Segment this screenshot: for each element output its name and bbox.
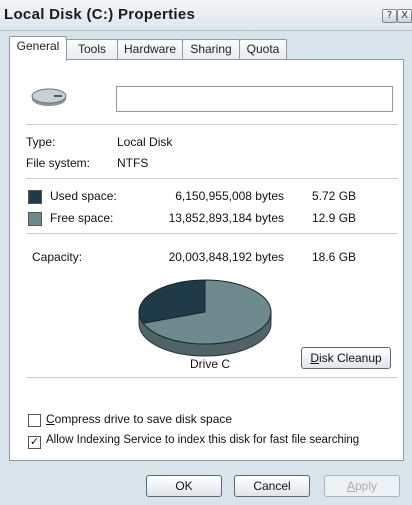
drive-name-input[interactable]: [116, 86, 393, 112]
tab-general[interactable]: General: [9, 36, 67, 61]
general-panel: Type: Local Disk File system: NTFS Used …: [9, 59, 404, 461]
capacity-bytes: 20,003,848,192 bytes: [168, 250, 284, 264]
compress-label: Compress drive to save disk space: [46, 412, 233, 426]
indexing-label: Allow Indexing Service to index this dis…: [46, 434, 360, 446]
capacity-size: 18.6 GB: [312, 250, 357, 264]
apply-button[interactable]: Apply: [324, 475, 400, 497]
type-value: Local Disk: [117, 135, 173, 149]
free-space-label: Free space:: [50, 211, 114, 225]
cancel-button[interactable]: Cancel: [234, 475, 310, 497]
free-space-bytes: 13,852,893,184 bytes: [168, 211, 284, 225]
used-space-label: Used space:: [50, 189, 117, 203]
free-space-swatch: [28, 212, 42, 226]
ok-button[interactable]: OK: [146, 475, 222, 497]
window-title: Local Disk (C:) Properties: [4, 6, 196, 23]
divider: [26, 233, 398, 234]
used-space-bytes: 6,150,955,008 bytes: [175, 189, 284, 203]
filesystem-value: NTFS: [117, 156, 149, 170]
disk-cleanup-button[interactable]: Disk Cleanup: [301, 347, 391, 369]
tab-tools[interactable]: Tools: [66, 39, 118, 60]
used-space-swatch: [28, 190, 42, 204]
close-button[interactable]: X: [397, 9, 412, 23]
compress-checkbox[interactable]: [28, 414, 41, 427]
help-button[interactable]: ?: [382, 9, 397, 23]
tab-quota[interactable]: Quota: [239, 39, 287, 60]
tab-sharing[interactable]: Sharing: [182, 39, 240, 60]
hard-drive-icon: [31, 88, 67, 106]
disk-usage-pie-chart: [138, 279, 272, 357]
tab-hardware[interactable]: Hardware: [117, 39, 183, 60]
filesystem-label: File system:: [26, 156, 91, 170]
type-label: Type:: [26, 135, 56, 149]
disk-cleanup-label: Disk Cleanup: [310, 351, 382, 365]
divider: [26, 124, 398, 125]
divider: [26, 178, 398, 179]
used-space-size: 5.72 GB: [312, 189, 357, 203]
capacity-label: Capacity:: [32, 250, 83, 264]
free-space-size: 12.9 GB: [312, 211, 357, 225]
drive-label: Drive C: [189, 357, 230, 371]
indexing-checkbox[interactable]: ✓: [28, 436, 41, 449]
divider: [26, 377, 398, 378]
title-bar: Local Disk (C:) Properties ? X: [0, 0, 412, 31]
